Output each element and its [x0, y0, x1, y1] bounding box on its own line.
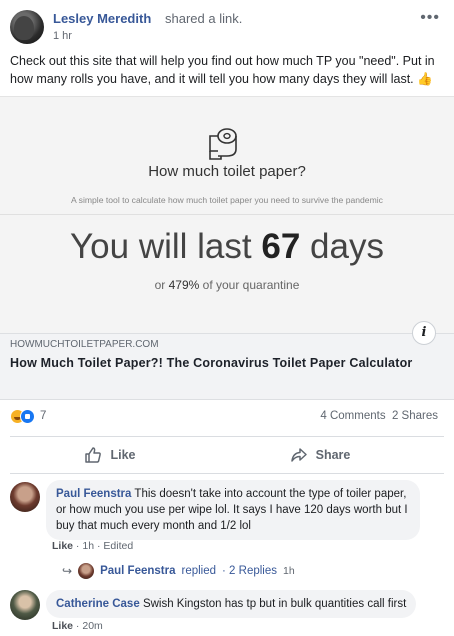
preview-subheading: A simple tool to calculate how much toil… [71, 195, 383, 205]
result-prefix: You will last [70, 227, 252, 266]
toilet-paper-roll-icon [209, 128, 237, 160]
like-reaction-icon[interactable] [20, 409, 35, 424]
comments-count[interactable]: 4 Comments [320, 410, 385, 422]
action-bar: Like Share [10, 436, 444, 474]
comment-time[interactable]: 1h [82, 540, 94, 552]
post-text: Check out this site that will help you f… [10, 54, 435, 86]
reactions-count[interactable]: 7 [40, 410, 46, 422]
view-replies-row[interactable]: ↪ Paul Feenstra replied · 2 Replies 1h [62, 562, 295, 580]
commenter-name[interactable]: Paul Feenstra [56, 488, 131, 500]
reactions-bar: 7 4 Comments 2 Shares [0, 400, 454, 432]
more-options-icon[interactable]: ••• [420, 9, 440, 27]
commenter-avatar[interactable] [10, 590, 40, 620]
result-days: 67 [261, 227, 301, 266]
replies-count: · 2 Replies [222, 565, 277, 577]
reply-arrow-icon: ↪ [62, 564, 73, 578]
commenter-avatar[interactable] [10, 482, 40, 512]
post-timestamp[interactable]: 1 hr [53, 30, 72, 42]
comment-bubble: Paul Feenstra This doesn't take into acc… [46, 480, 420, 540]
quarantine-line: or 479% of your quarantine [0, 278, 454, 292]
link-title[interactable]: How Much Toilet Paper?! The Coronavirus … [10, 354, 430, 372]
replied-label: replied [181, 565, 217, 577]
share-arrow-icon [290, 448, 307, 462]
post-header: Lesley Meredith shared a link. 1 hr ••• [0, 0, 454, 46]
info-icon[interactable]: i [412, 321, 436, 345]
preview-divider [0, 214, 454, 215]
comment-bubble: Catherine Case Swish Kingston has tp but… [46, 590, 417, 618]
link-preview-image[interactable]: How much toilet paper? A simple tool to … [0, 96, 454, 333]
reply-time: 1h [283, 565, 295, 577]
comment-text: Swish Kingston has tp but in bulk quanti… [142, 598, 407, 610]
replier-avatar [78, 563, 95, 579]
result-suffix: days [310, 227, 384, 266]
comment-time[interactable]: 20m [82, 620, 102, 632]
share-button-label: Share [315, 448, 351, 462]
result-line: You will last 67 days [0, 227, 454, 267]
quarantine-suffix: of your quarantine [202, 278, 300, 292]
shares-count[interactable]: 2 Shares [392, 410, 438, 422]
share-button[interactable]: Share [220, 437, 420, 473]
like-button[interactable]: Like [10, 437, 210, 473]
thumbs-up-icon [85, 447, 102, 463]
comment-edited[interactable]: Edited [103, 540, 133, 552]
like-button-label: Like [110, 448, 136, 462]
link-meta[interactable]: i HOWMUCHTOILETPAPER.COM How Much Toilet… [0, 321, 454, 400]
comment-meta: Like · 1h · Edited [52, 540, 134, 552]
quarantine-prefix: or [154, 278, 166, 292]
comment-like-link[interactable]: Like [52, 540, 73, 552]
preview-heading: How much toilet paper? [148, 163, 306, 180]
replier-name: Paul Feenstra [100, 565, 176, 577]
commenter-name[interactable]: Catherine Case [56, 598, 140, 610]
engagement-counts: 4 Comments 2 Shares [320, 410, 438, 422]
comment-meta: Like · 20m [52, 620, 103, 632]
author-avatar[interactable] [10, 10, 44, 44]
shared-link-text: shared a link. [165, 11, 243, 26]
quarantine-percent: 479% [168, 278, 200, 292]
comment-like-link[interactable]: Like [52, 620, 73, 632]
link-domain: HOWMUCHTOILETPAPER.COM [10, 339, 159, 350]
author-name[interactable]: Lesley Meredith [53, 11, 151, 26]
